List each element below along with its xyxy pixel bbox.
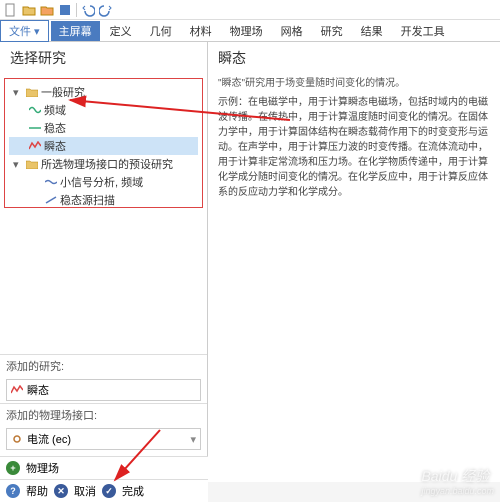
help-button[interactable]: 帮助 — [26, 483, 48, 499]
physics-button[interactable]: 物理场 — [26, 460, 59, 476]
cancel-button[interactable]: 取消 — [74, 483, 96, 499]
menubar: 文件 ▾ 主屏幕 定义 几何 材料 物理场 网格 研究 结果 开发工具 — [0, 20, 500, 42]
study-icon — [45, 195, 57, 205]
study-icon — [29, 105, 41, 115]
field-value: 电流 (ec) — [27, 431, 71, 447]
done-icon[interactable]: ✓ — [102, 484, 116, 498]
tree-label: 稳态源扫描 — [60, 192, 115, 208]
study-icon — [45, 177, 57, 187]
study-icon — [29, 141, 41, 151]
tab-materials[interactable]: 材料 — [182, 21, 220, 41]
tree-item-sourcesweep[interactable]: 稳态源扫描 — [9, 191, 198, 208]
study-icon — [11, 385, 23, 395]
right-description: "瞬态"研究用于场变量随时间变化的情况。 — [218, 74, 490, 89]
panel-title: 选择研究 — [0, 42, 207, 74]
field-value: 瞬态 — [27, 382, 49, 398]
tab-devtools[interactable]: 开发工具 — [393, 21, 453, 41]
watermark-sub: jingyan.baidu.com — [421, 486, 494, 496]
add-physics-icon[interactable]: + — [6, 461, 20, 475]
tab-geometry[interactable]: 几何 — [142, 21, 180, 41]
file-menu[interactable]: 文件 ▾ — [0, 20, 49, 42]
added-iface-field[interactable]: 电流 (ec) ▾ — [6, 428, 201, 450]
undo-icon[interactable] — [81, 3, 95, 17]
tab-study[interactable]: 研究 — [313, 21, 351, 41]
tree-label: 频域 — [44, 102, 66, 118]
tree-item-smallsignal[interactable]: 小信号分析, 频域 — [9, 173, 198, 191]
folder-icon[interactable] — [22, 3, 36, 17]
file-icon[interactable] — [4, 3, 18, 17]
cancel-icon[interactable]: ✕ — [54, 484, 68, 498]
right-body: 示例：在电磁学中，用于计算瞬态电磁场，包括时域内的电磁波传播。在传热中，用于计算… — [218, 95, 490, 200]
study-icon — [29, 123, 41, 133]
tree-label: 所选物理场接口的预设研究 — [41, 156, 173, 172]
tree-label: 瞬态 — [44, 138, 66, 154]
tree-item-stationary[interactable]: 稳态 — [9, 119, 198, 137]
added-study-label: 添加的研究: — [0, 354, 207, 377]
added-iface-label: 添加的物理场接口: — [0, 403, 207, 426]
done-button[interactable]: 完成 — [122, 483, 144, 499]
redo-icon[interactable] — [99, 3, 113, 17]
tree-general[interactable]: ▾ 一般研究 — [9, 83, 198, 101]
collapse-icon[interactable]: ▾ — [13, 86, 23, 99]
bottom-bar: + 物理场 ? 帮助 ✕ 取消 ✓ 完成 — [0, 456, 208, 502]
chevron-down-icon: ▾ — [190, 433, 196, 446]
left-panel: 选择研究 ▾ 一般研究 频域 稳态 瞬态 ▾ 所选物理场接口的预设研究 小信号分析,… — [0, 42, 208, 482]
folder-icon — [26, 159, 38, 169]
tab-mesh[interactable]: 网格 — [273, 21, 311, 41]
right-title: 瞬态 — [218, 48, 490, 74]
tree-item-frequency[interactable]: 频域 — [9, 101, 198, 119]
tree-item-transient[interactable]: 瞬态 — [9, 137, 198, 155]
tree-label: 稳态 — [44, 120, 66, 136]
tree-label: 一般研究 — [41, 84, 85, 100]
quick-toolbar — [0, 0, 500, 20]
collapse-icon[interactable]: ▾ — [13, 158, 23, 171]
tab-home[interactable]: 主屏幕 — [51, 21, 100, 41]
folder-icon — [26, 87, 38, 97]
separator — [76, 3, 77, 17]
tab-results[interactable]: 结果 — [353, 21, 391, 41]
added-study-field[interactable]: 瞬态 — [6, 379, 201, 401]
right-panel: 瞬态 "瞬态"研究用于场变量随时间变化的情况。 示例：在电磁学中，用于计算瞬态电… — [208, 42, 500, 482]
tab-definitions[interactable]: 定义 — [102, 21, 140, 41]
tab-physics[interactable]: 物理场 — [222, 21, 271, 41]
tree-preset[interactable]: ▾ 所选物理场接口的预设研究 — [9, 155, 198, 173]
save-icon[interactable] — [58, 3, 72, 17]
tree-label: 小信号分析, 频域 — [60, 174, 143, 190]
study-tree: ▾ 一般研究 频域 稳态 瞬态 ▾ 所选物理场接口的预设研究 小信号分析, 频域 稳… — [4, 78, 203, 208]
physics-icon — [11, 434, 23, 444]
folder-open-icon[interactable] — [40, 3, 54, 17]
help-icon[interactable]: ? — [6, 484, 20, 498]
